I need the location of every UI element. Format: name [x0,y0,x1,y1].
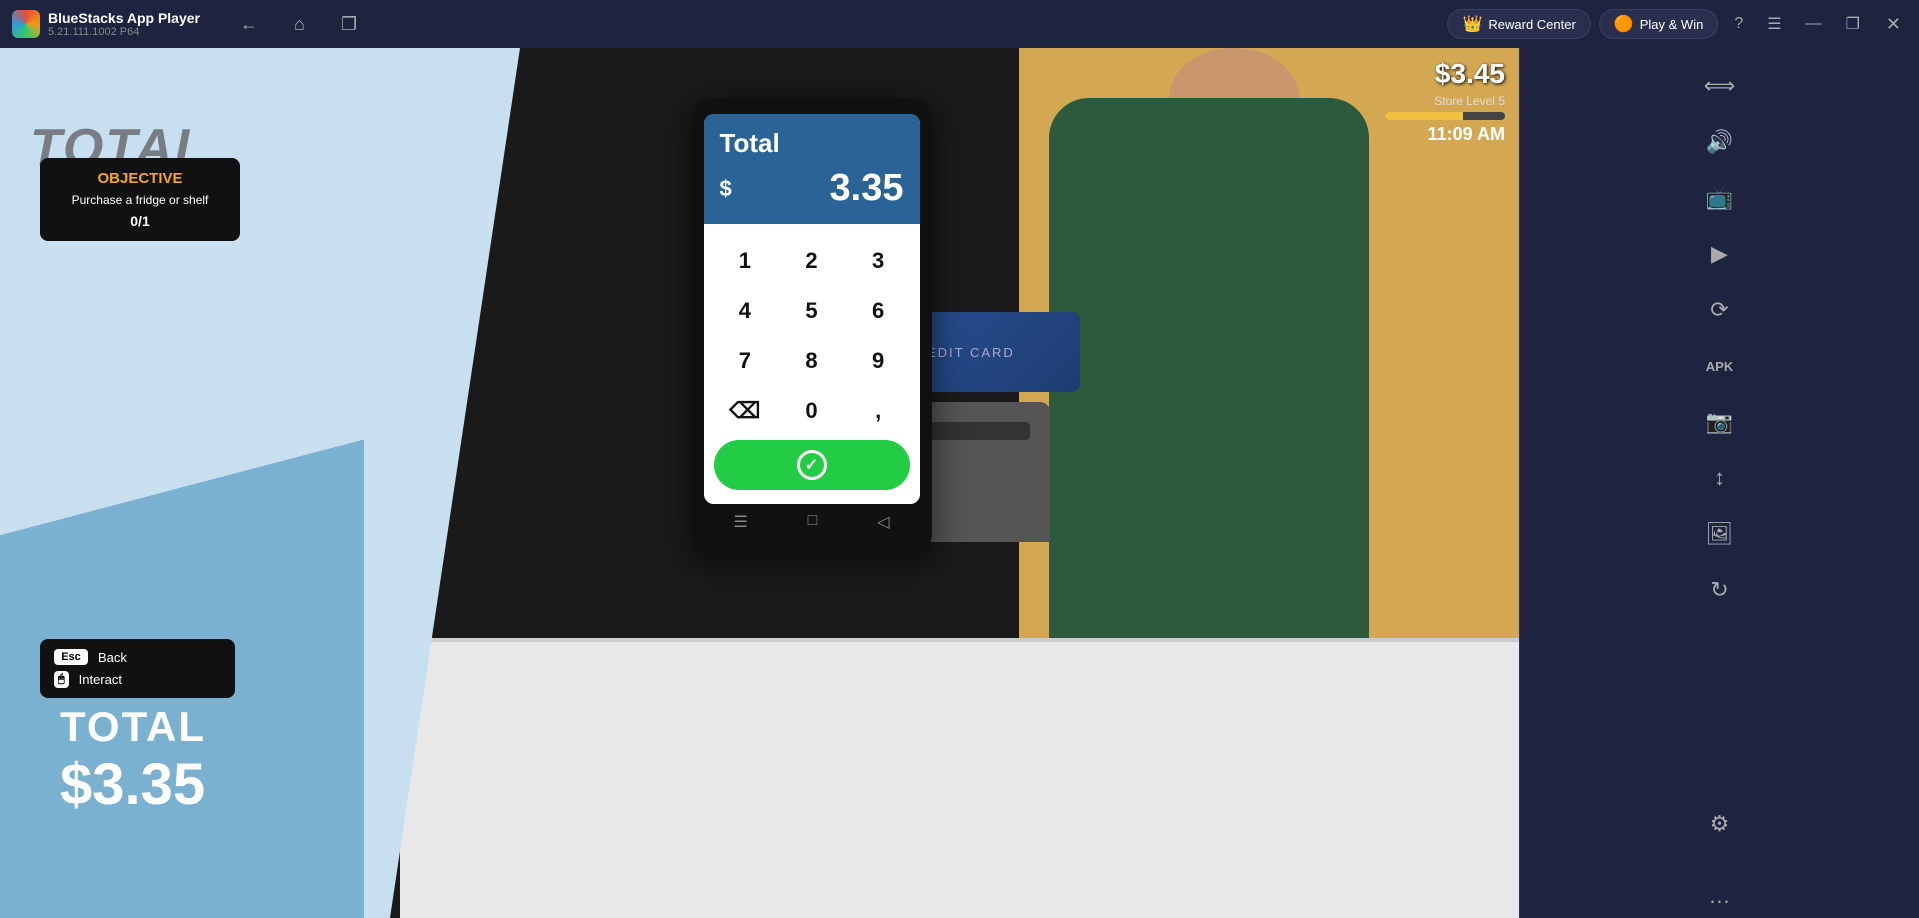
bluestacks-logo [12,10,40,38]
menu-button[interactable]: ☰ [1759,10,1789,38]
nav-back-icon[interactable]: ◁ [877,512,889,532]
sidebar-resize-icon[interactable]: ↕ [1698,456,1742,500]
key-backspace[interactable]: ⌫ [714,388,777,434]
home-button[interactable]: ⌂ [286,10,313,39]
store-counter: CREDIT CARD [400,638,1519,918]
sidebar-audio-icon[interactable]: 🔊 [1698,120,1742,164]
left-panel: TOTAL OBJECTIVE Purchase a fridge or she… [0,48,520,918]
terminal-keypad: 1 2 3 4 5 6 7 8 9 ⌫ 0 , [704,224,920,504]
sidebar-expand-icon[interactable]: ⟺ [1698,64,1742,108]
titlebar: BlueStacks App Player 5.21.111.1002 P64 … [0,0,1919,48]
terminal-navbar: ☰ □ ◁ [704,504,920,536]
sidebar-more-icon[interactable]: … [1698,874,1742,918]
total-bottom-value: $3.35 [60,751,206,818]
objective-title: OBJECTIVE [56,170,224,187]
play-win-label: Play & Win [1640,17,1704,32]
app-logo-area: BlueStacks App Player 5.21.111.1002 P64 [0,10,212,38]
tabs-button[interactable]: ❐ [333,10,365,39]
confirm-button[interactable]: ✓ [714,440,910,490]
play-win-icon: 🟠 [1614,14,1634,34]
nav-home-icon[interactable]: □ [808,512,818,532]
key-4[interactable]: 4 [714,288,777,334]
titlebar-right: 👑 Reward Center 🟠 Play & Win ? ☰ — ❐ ✕ [1447,9,1919,39]
sidebar-rotate-icon[interactable]: ↻ [1698,568,1742,612]
controls-row-interact: 🖱 Interact [54,671,221,688]
terminal-amount-row: $ 3.35 [720,167,904,210]
key-9[interactable]: 9 [847,338,910,384]
back-button[interactable]: ← [232,10,266,39]
hud-time: 11:09 AM [1428,124,1505,145]
interact-label: Interact [79,672,122,687]
terminal-header: Total $ 3.35 [704,114,920,224]
key-0[interactable]: 0 [780,388,843,434]
total-bottom-label: TOTAL [60,703,206,751]
key-7[interactable]: 7 [714,338,777,384]
checkmark-icon: ✓ [797,450,827,480]
key-6[interactable]: 6 [847,288,910,334]
terminal-dollar-sign: $ [720,176,732,202]
terminal-total-label: Total [720,128,904,159]
nav-menu-icon[interactable]: ☰ [733,512,747,532]
help-button[interactable]: ? [1726,11,1751,37]
play-win-button[interactable]: 🟠 Play & Win [1599,9,1719,39]
app-version: 5.21.111.1002 P64 [48,26,200,38]
reward-center-button[interactable]: 👑 Reward Center [1447,9,1590,39]
minimize-button[interactable]: — [1798,11,1830,37]
sidebar-apk-icon[interactable]: APK [1698,344,1742,388]
objective-description: Purchase a fridge or shelf [56,193,224,207]
hud-store-level: Store Level 5 [1434,94,1505,108]
key-3[interactable]: 3 [847,238,910,284]
esc-key-badge: Esc [54,649,88,665]
objective-box: OBJECTIVE Purchase a fridge or shelf 0/1 [40,158,240,241]
back-label: Back [98,650,127,665]
right-sidebar: ⟺ 🔊 📺 ▶ ⟳ APK 📷 ↕ 🖼 ↻ ⚙ … [1519,48,1919,918]
keypad-grid: 1 2 3 4 5 6 7 8 9 ⌫ 0 , [714,238,910,434]
payment-terminal: Total $ 3.35 1 2 3 4 [692,98,932,556]
terminal-outer: Total $ 3.35 1 2 3 4 [692,98,932,556]
sidebar-gallery-icon[interactable]: 🖼 [1698,512,1742,556]
sidebar-tv-icon[interactable]: 📺 [1698,176,1742,220]
titlebar-nav: ← ⌂ ❐ [232,10,365,39]
hud-level-bar [1385,112,1505,120]
game-area: CREDIT CARD Total [0,48,1519,918]
close-button[interactable]: ✕ [1876,10,1911,39]
hud-money: $3.45 [1435,58,1505,90]
maximize-button[interactable]: ❐ [1838,10,1868,38]
terminal-amount: 3.35 [830,167,904,210]
game-background: CREDIT CARD Total [0,48,1519,918]
sidebar-settings-icon[interactable]: ⚙ [1698,802,1742,846]
crown-icon: 👑 [1462,14,1482,34]
key-comma[interactable]: , [847,388,910,434]
hud-level-fill [1385,112,1463,120]
key-8[interactable]: 8 [780,338,843,384]
hud: $3.45 Store Level 5 11:09 AM [1371,48,1519,155]
sidebar-play-icon[interactable]: ▶ [1698,232,1742,276]
key-5[interactable]: 5 [780,288,843,334]
sidebar-camera-icon[interactable]: 📷 [1698,400,1742,444]
terminal-screen: Total $ 3.35 1 2 3 4 [704,114,920,504]
controls-box: Esc Back 🖱 Interact [40,639,235,698]
reward-center-label: Reward Center [1488,17,1575,32]
clerk-jacket [1049,98,1369,698]
total-bottom: TOTAL $3.35 [60,703,206,818]
key-1[interactable]: 1 [714,238,777,284]
mouse-badge: 🖱 [54,671,69,688]
objective-progress: 0/1 [56,213,224,229]
key-2[interactable]: 2 [780,238,843,284]
app-name: BlueStacks App Player [48,10,200,26]
controls-row-back: Esc Back [54,649,221,665]
sidebar-refresh-icon[interactable]: ⟳ [1698,288,1742,332]
